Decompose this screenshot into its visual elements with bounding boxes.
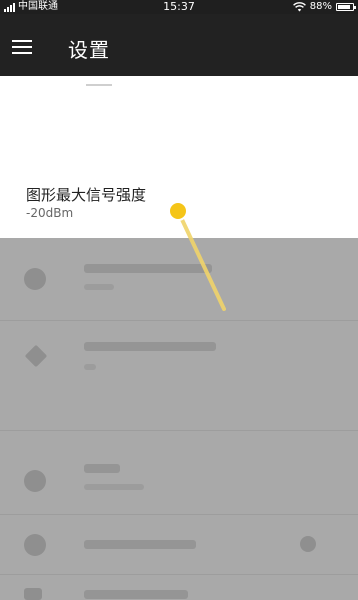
menu-icon[interactable] xyxy=(12,40,32,54)
blurred-icon xyxy=(24,588,42,600)
wifi-icon xyxy=(292,2,306,12)
status-right: 88% xyxy=(292,0,356,14)
blurred-icon xyxy=(24,534,46,556)
blurred-text xyxy=(84,364,96,370)
blurred-text xyxy=(84,464,120,473)
battery-percent: 88% xyxy=(309,1,332,12)
dimmed-settings-list xyxy=(0,238,358,600)
status-bar: 中国联通 15:37 88% xyxy=(0,0,358,14)
list-item xyxy=(0,238,358,320)
battery-fill xyxy=(338,5,350,9)
blurred-toggle xyxy=(300,536,316,552)
max-signal-strength-value: -20dBm xyxy=(26,206,74,220)
settings-popup: 图形最大信号强度 -20dBm xyxy=(0,76,358,238)
max-signal-strength-title[interactable]: 图形最大信号强度 xyxy=(26,184,146,205)
blurred-text xyxy=(84,264,212,273)
faded-text-fragment xyxy=(86,84,112,92)
battery-icon xyxy=(336,3,356,11)
list-item xyxy=(0,320,358,430)
blurred-icon xyxy=(24,344,48,368)
blurred-icon xyxy=(24,268,46,290)
blurred-text xyxy=(84,540,196,549)
blurred-text xyxy=(84,590,188,599)
list-item xyxy=(0,430,358,514)
list-item xyxy=(0,514,358,574)
blurred-text xyxy=(84,342,216,351)
page-title: 设置 xyxy=(68,38,110,62)
list-item xyxy=(0,574,358,600)
app-bar: 设置 xyxy=(0,14,358,76)
blurred-text xyxy=(84,484,144,490)
blurred-text xyxy=(84,284,114,290)
blurred-icon xyxy=(24,470,46,492)
